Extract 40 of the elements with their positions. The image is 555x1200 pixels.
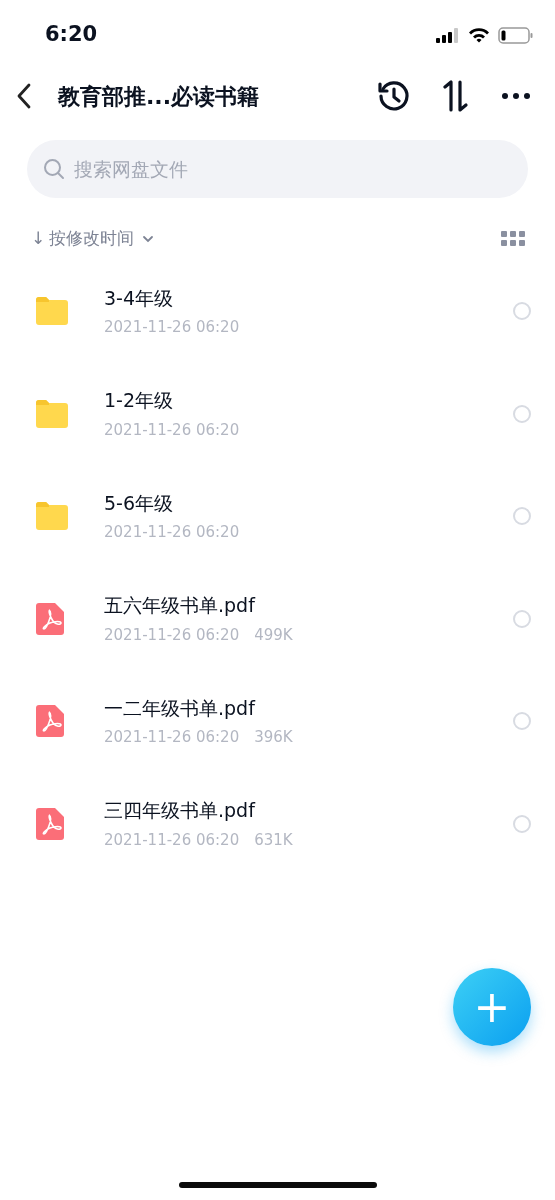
pdf-file-icon: [36, 807, 64, 840]
file-date: 2021-11-26 06:20: [104, 829, 240, 851]
file-name: 三四年级书单.pdf: [104, 798, 257, 824]
file-date: 2021-11-26 06:20: [104, 522, 240, 544]
select-radio[interactable]: [513, 814, 531, 833]
file-size: 396K: [254, 727, 293, 749]
search-field[interactable]: 搜索网盘文件: [27, 140, 528, 198]
folder-icon: [36, 502, 68, 531]
select-radio[interactable]: [513, 404, 531, 423]
select-radio[interactable]: [513, 609, 531, 628]
select-radio[interactable]: [513, 302, 531, 321]
battery-icon: [498, 26, 533, 44]
file-name: 5-6年级: [104, 490, 175, 516]
chevron-down-icon: [142, 235, 155, 243]
select-radio[interactable]: [513, 507, 531, 526]
folder-icon: [36, 297, 68, 326]
wifi-icon: [468, 27, 490, 43]
file-size: 499K: [254, 624, 293, 646]
file-size: 631K: [254, 829, 293, 851]
signal-icon: [436, 27, 460, 43]
file-date: 2021-11-26 06:20: [104, 419, 240, 441]
sort-dropdown[interactable]: ↓ 按修改时间: [31, 226, 155, 252]
search-icon: [43, 158, 65, 180]
status-time: 6:20: [45, 21, 98, 49]
file-name: 1-2年级: [104, 388, 175, 414]
folder-title: 教育部推...必读书籍: [58, 82, 260, 111]
file-date: 2021-11-26 06:20: [104, 727, 240, 749]
file-name: 3-4年级: [104, 285, 175, 311]
folder-icon: [36, 399, 68, 428]
select-radio[interactable]: [513, 712, 531, 731]
more-icon[interactable]: [501, 92, 531, 100]
pdf-file-icon: [36, 602, 64, 635]
add-button[interactable]: +: [453, 968, 531, 1046]
pdf-file-icon: [36, 705, 64, 738]
file-name: 五六年级书单.pdf: [104, 593, 257, 619]
file-date: 2021-11-26 06:20: [104, 317, 240, 339]
grid-view-icon[interactable]: [501, 231, 525, 247]
file-name: 一二年级书单.pdf: [104, 695, 257, 721]
history-icon[interactable]: [377, 79, 411, 113]
file-date: 2021-11-26 06:20: [104, 624, 240, 646]
